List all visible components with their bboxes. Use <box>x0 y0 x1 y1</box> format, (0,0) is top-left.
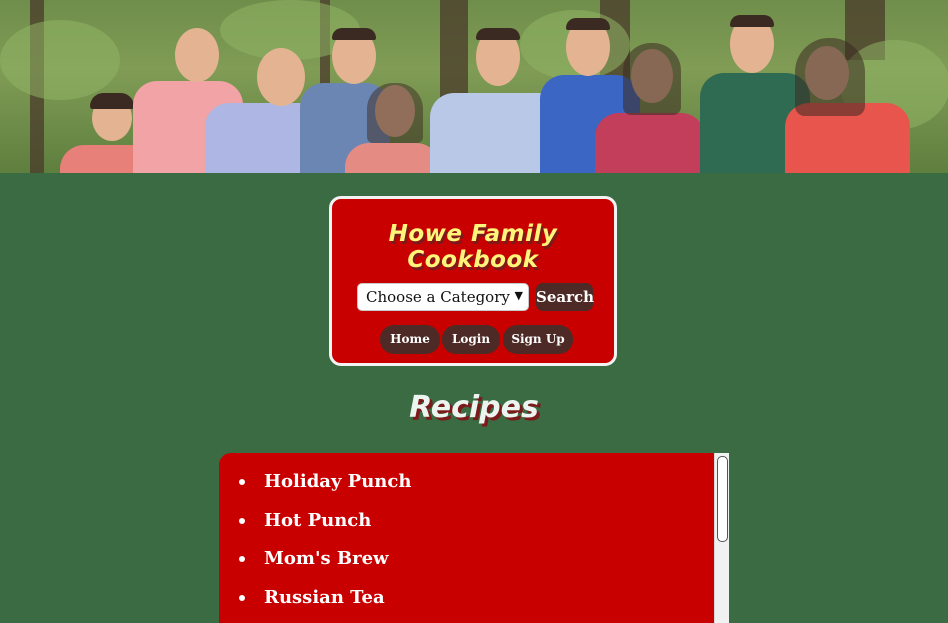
category-select-value: Choose a Category <box>366 288 510 306</box>
nav-signup-button[interactable]: Sign Up <box>503 325 573 354</box>
chevron-down-icon: ▼ <box>514 289 523 302</box>
recipes-heading: Recipes <box>409 390 539 425</box>
hero-family-photo <box>0 0 948 173</box>
recipe-list-item[interactable]: Mom's Brew <box>239 548 729 587</box>
header-card: Howe Family Cookbook Choose a Category ▼… <box>329 196 617 366</box>
recipe-name: Russian Tea <box>264 586 385 608</box>
nav-login-button[interactable]: Login <box>442 325 500 354</box>
recipe-name: Holiday Punch <box>264 471 412 492</box>
bullet-icon <box>239 517 245 524</box>
search-button[interactable]: Search <box>536 283 594 311</box>
scrollbar-thumb[interactable] <box>717 456 728 542</box>
site-title: Howe Family Cookbook <box>388 221 558 273</box>
category-select[interactable]: Choose a Category ▼ <box>357 283 529 311</box>
recipe-list-scrollbar[interactable] <box>714 453 729 623</box>
bullet-icon <box>239 594 245 601</box>
bullet-icon <box>239 479 245 485</box>
recipe-list-item[interactable]: Hot Punch <box>239 510 729 549</box>
recipe-list: Holiday Punch Hot Punch Mom's Brew Russi… <box>219 453 729 623</box>
nav-home-button[interactable]: Home <box>380 325 440 354</box>
recipe-list-item[interactable]: Holiday Punch <box>239 471 729 510</box>
recipe-list-item[interactable]: Russian Tea <box>239 587 729 623</box>
recipe-name: Mom's Brew <box>264 548 389 569</box>
recipe-name: Hot Punch <box>264 509 372 531</box>
bullet-icon <box>239 556 245 562</box>
